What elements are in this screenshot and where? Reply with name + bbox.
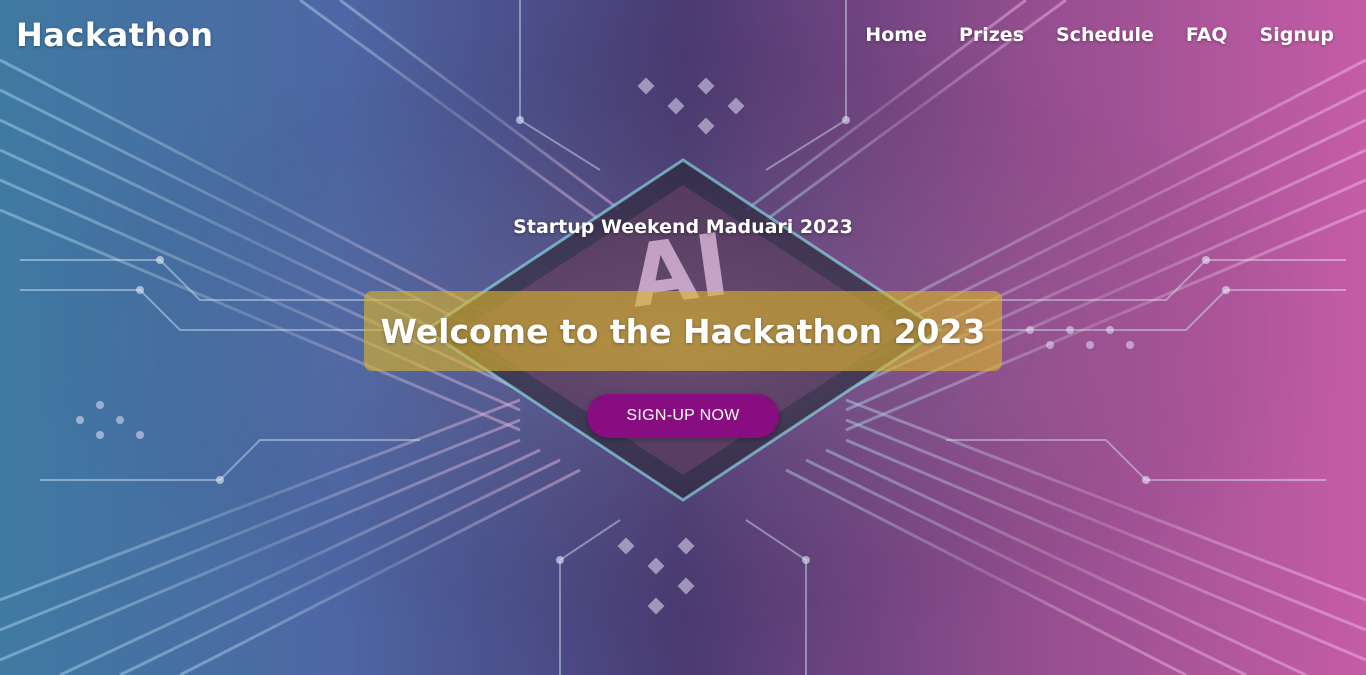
hero-section: AI Hackathon Home Prizes Schedule FAQ Si… — [0, 0, 1366, 675]
hero-subtitle: Startup Weekend Maduari 2023 — [513, 216, 853, 238]
nav-link-schedule[interactable]: Schedule — [1056, 24, 1154, 46]
brand-logo[interactable]: Hackathon — [16, 16, 214, 54]
hero-title-box: Welcome to the Hackathon 2023 — [364, 291, 1002, 371]
nav-link-home[interactable]: Home — [865, 24, 927, 46]
signup-now-button[interactable]: SIGN-UP NOW — [587, 394, 779, 438]
nav-links: Home Prizes Schedule FAQ Signup — [865, 24, 1334, 46]
nav-link-prizes[interactable]: Prizes — [959, 24, 1024, 46]
nav-link-faq[interactable]: FAQ — [1186, 24, 1228, 46]
navbar: Hackathon Home Prizes Schedule FAQ Signu… — [0, 0, 1366, 74]
hero-title: Welcome to the Hackathon 2023 — [380, 311, 986, 351]
nav-link-signup[interactable]: Signup — [1260, 24, 1334, 46]
